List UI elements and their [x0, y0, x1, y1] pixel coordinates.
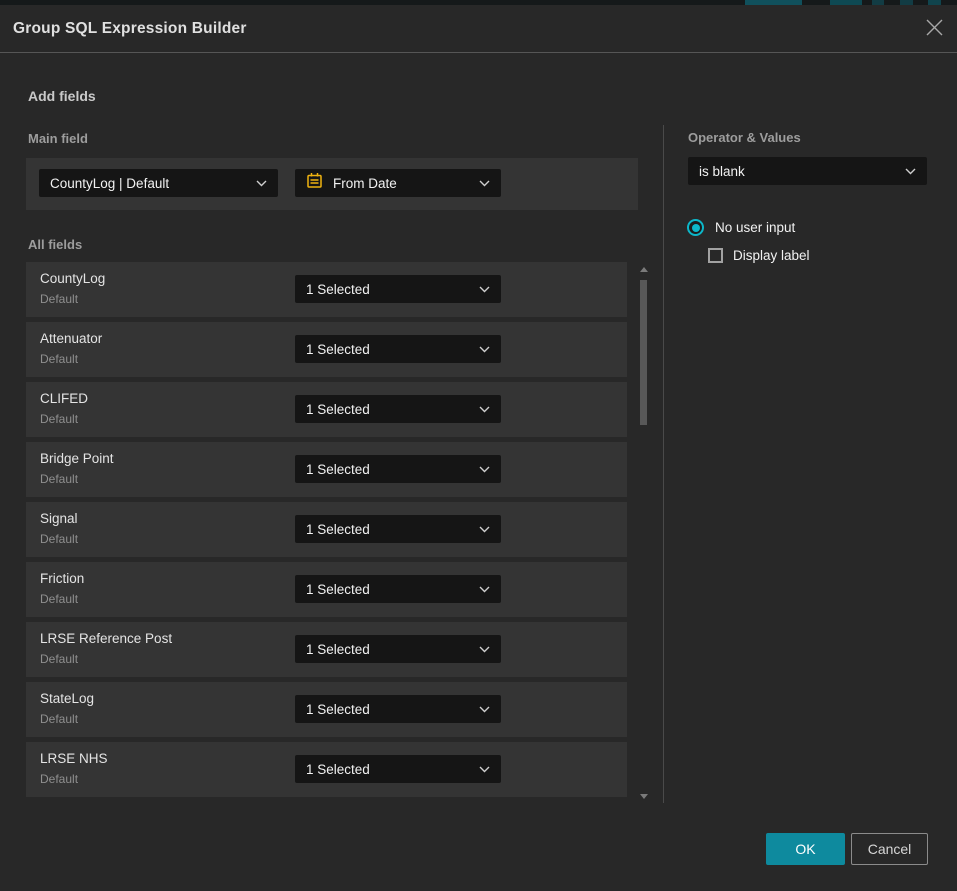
field-source: Default — [40, 472, 78, 486]
all-fields-list: CountyLog Default 1 Selected Attenuator … — [26, 262, 627, 802]
field-selected-dropdown[interactable]: 1 Selected — [295, 635, 501, 663]
calendar-icon — [306, 172, 323, 194]
field-selected-value: 1 Selected — [306, 702, 370, 717]
group-sql-expression-builder-dialog: Group SQL Expression Builder Add fields … — [0, 5, 957, 891]
field-source: Default — [40, 652, 78, 666]
all-fields-label: All fields — [28, 237, 82, 252]
field-source: Default — [40, 712, 78, 726]
field-name: Bridge Point — [40, 451, 114, 466]
display-label-checkbox[interactable]: Display label — [708, 248, 810, 263]
chevron-down-icon — [479, 640, 490, 658]
dialog-header: Group SQL Expression Builder — [0, 5, 957, 53]
main-field-source-dropdown[interactable]: CountyLog | Default — [39, 169, 278, 197]
field-selected-dropdown[interactable]: 1 Selected — [295, 575, 501, 603]
field-row: CountyLog Default 1 Selected — [26, 262, 627, 317]
field-selected-dropdown[interactable]: 1 Selected — [295, 335, 501, 363]
field-source: Default — [40, 292, 78, 306]
field-row: LRSE NHS Default 1 Selected — [26, 742, 627, 797]
field-selected-value: 1 Selected — [306, 282, 370, 297]
main-field-panel: CountyLog | Default — [26, 158, 638, 210]
operator-values-label: Operator & Values — [688, 130, 801, 145]
scrollbar-thumb[interactable] — [640, 280, 647, 425]
field-selected-dropdown[interactable]: 1 Selected — [295, 695, 501, 723]
field-name: Attenuator — [40, 331, 102, 346]
chevron-down-icon — [479, 400, 490, 418]
field-source: Default — [40, 772, 78, 786]
field-selected-dropdown[interactable]: 1 Selected — [295, 275, 501, 303]
chevron-down-icon — [479, 520, 490, 538]
main-field-label: Main field — [28, 131, 88, 146]
panel-divider — [663, 125, 664, 803]
field-source: Default — [40, 412, 78, 426]
ok-button[interactable]: OK — [766, 833, 845, 865]
chevron-down-icon — [256, 174, 267, 192]
display-label-label: Display label — [733, 248, 810, 263]
close-icon — [926, 19, 943, 39]
main-field-date-value: From Date — [333, 176, 397, 191]
field-row: Bridge Point Default 1 Selected — [26, 442, 627, 497]
field-name: CLIFED — [40, 391, 88, 406]
field-row: StateLog Default 1 Selected — [26, 682, 627, 737]
field-name: StateLog — [40, 691, 94, 706]
operator-dropdown[interactable]: is blank — [688, 157, 927, 185]
field-row: LRSE Reference Post Default 1 Selected — [26, 622, 627, 677]
field-selected-dropdown[interactable]: 1 Selected — [295, 515, 501, 543]
chevron-down-icon — [479, 580, 490, 598]
field-selected-value: 1 Selected — [306, 342, 370, 357]
field-row: Signal Default 1 Selected — [26, 502, 627, 557]
chevron-down-icon — [479, 280, 490, 298]
chevron-down-icon — [905, 162, 916, 180]
field-selected-dropdown[interactable]: 1 Selected — [295, 455, 501, 483]
main-field-date-dropdown[interactable]: From Date — [295, 169, 501, 197]
field-selected-value: 1 Selected — [306, 402, 370, 417]
screen: Group SQL Expression Builder Add fields … — [0, 0, 957, 891]
chevron-down-icon — [479, 460, 490, 478]
field-source: Default — [40, 592, 78, 606]
scroll-up-icon[interactable] — [640, 267, 648, 272]
chevron-down-icon — [479, 760, 490, 778]
field-source: Default — [40, 352, 78, 366]
chevron-down-icon — [479, 174, 490, 192]
operator-value: is blank — [699, 164, 745, 179]
scroll-down-icon[interactable] — [640, 794, 648, 799]
field-name: CountyLog — [40, 271, 105, 286]
field-selected-value: 1 Selected — [306, 522, 370, 537]
field-selected-dropdown[interactable]: 1 Selected — [295, 395, 501, 423]
cancel-button[interactable]: Cancel — [851, 833, 928, 865]
field-selected-value: 1 Selected — [306, 462, 370, 477]
chevron-down-icon — [479, 340, 490, 358]
field-name: LRSE NHS — [40, 751, 108, 766]
field-name: LRSE Reference Post — [40, 631, 172, 646]
dialog-title: Group SQL Expression Builder — [13, 5, 247, 53]
add-fields-heading: Add fields — [28, 88, 96, 104]
main-field-source-value: CountyLog | Default — [50, 176, 169, 191]
field-selected-value: 1 Selected — [306, 762, 370, 777]
checkbox-unchecked-icon — [708, 248, 723, 263]
close-button[interactable] — [924, 19, 944, 39]
field-selected-value: 1 Selected — [306, 642, 370, 657]
scrollbar[interactable] — [638, 263, 648, 803]
field-source: Default — [40, 532, 78, 546]
no-user-input-radio[interactable]: No user input — [687, 219, 795, 236]
no-user-input-label: No user input — [715, 220, 795, 235]
field-selected-dropdown[interactable]: 1 Selected — [295, 755, 501, 783]
field-row: CLIFED Default 1 Selected — [26, 382, 627, 437]
field-selected-value: 1 Selected — [306, 582, 370, 597]
field-name: Signal — [40, 511, 78, 526]
chevron-down-icon — [479, 700, 490, 718]
field-row: Attenuator Default 1 Selected — [26, 322, 627, 377]
field-name: Friction — [40, 571, 84, 586]
radio-selected-icon — [687, 219, 704, 236]
field-row: Friction Default 1 Selected — [26, 562, 627, 617]
